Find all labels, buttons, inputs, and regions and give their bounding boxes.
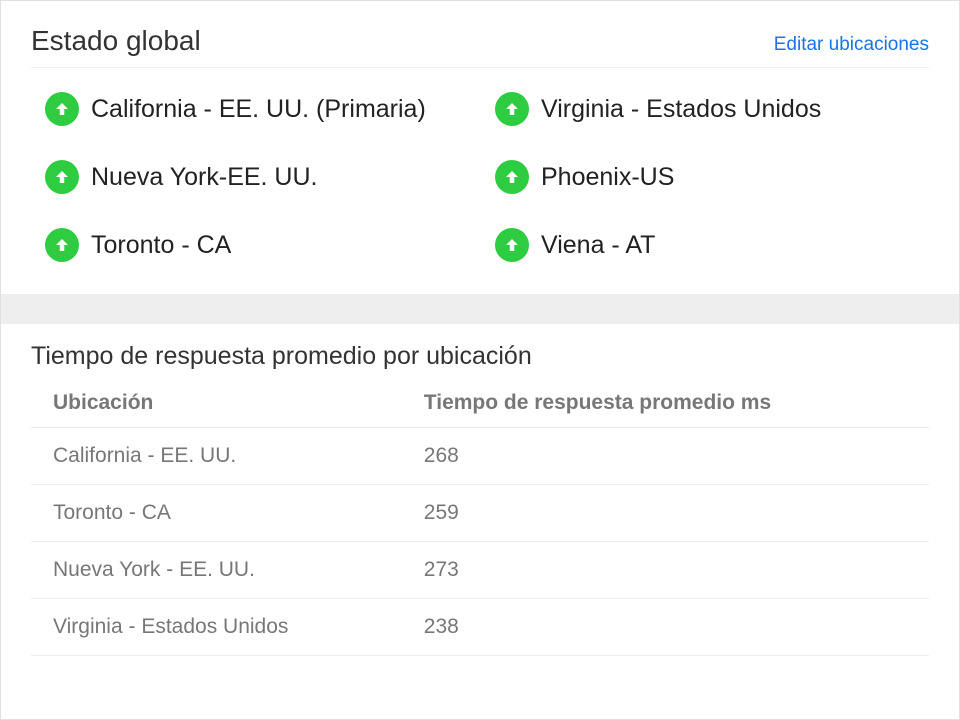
col-header-location: Ubicación (31, 381, 402, 428)
location-item: Virginia - Estados Unidos (495, 92, 915, 126)
cell-location: California - EE. UU. (31, 428, 402, 485)
location-label: Virginia - Estados Unidos (541, 95, 821, 124)
location-label: Toronto - CA (91, 231, 231, 260)
response-time-table: Ubicación Tiempo de respuesta promedio m… (31, 381, 929, 656)
cell-location: Virginia - Estados Unidos (31, 599, 402, 656)
section-divider (1, 294, 959, 324)
location-item: Viena - AT (495, 228, 915, 262)
cell-location: Toronto - CA (31, 485, 402, 542)
location-item: Phoenix-US (495, 160, 915, 194)
col-header-avg: Tiempo de respuesta promedio ms (402, 381, 929, 428)
status-up-icon (495, 92, 529, 126)
cell-avg: 273 (402, 542, 929, 599)
global-status-card: Estado global Editar ubicaciones Califor… (1, 1, 959, 294)
status-up-icon (495, 228, 529, 262)
location-item: Toronto - CA (45, 228, 465, 262)
section-title: Tiempo de respuesta promedio por ubicaci… (31, 342, 929, 371)
status-up-icon (45, 228, 79, 262)
table-header-row: Ubicación Tiempo de respuesta promedio m… (31, 381, 929, 428)
location-label: California - EE. UU. (Primaria) (91, 95, 426, 124)
app-root: Estado global Editar ubicaciones Califor… (0, 0, 960, 720)
card-title: Estado global (31, 25, 201, 57)
location-label: Phoenix-US (541, 163, 674, 192)
locations-grid: California - EE. UU. (Primaria) Virginia… (31, 82, 929, 276)
location-item: Nueva York-EE. UU. (45, 160, 465, 194)
cell-avg: 268 (402, 428, 929, 485)
status-up-icon (495, 160, 529, 194)
table-row: Nueva York - EE. UU. 273 (31, 542, 929, 599)
cell-location: Nueva York - EE. UU. (31, 542, 402, 599)
table-row: Virginia - Estados Unidos 238 (31, 599, 929, 656)
status-up-icon (45, 160, 79, 194)
table-row: Toronto - CA 259 (31, 485, 929, 542)
response-time-section: Tiempo de respuesta promedio por ubicaci… (1, 324, 959, 656)
card-header: Estado global Editar ubicaciones (31, 25, 929, 68)
status-up-icon (45, 92, 79, 126)
cell-avg: 238 (402, 599, 929, 656)
cell-avg: 259 (402, 485, 929, 542)
edit-locations-link[interactable]: Editar ubicaciones (774, 34, 929, 56)
location-label: Viena - AT (541, 231, 655, 260)
table-row: California - EE. UU. 268 (31, 428, 929, 485)
location-label: Nueva York-EE. UU. (91, 163, 318, 192)
location-item: California - EE. UU. (Primaria) (45, 92, 465, 126)
